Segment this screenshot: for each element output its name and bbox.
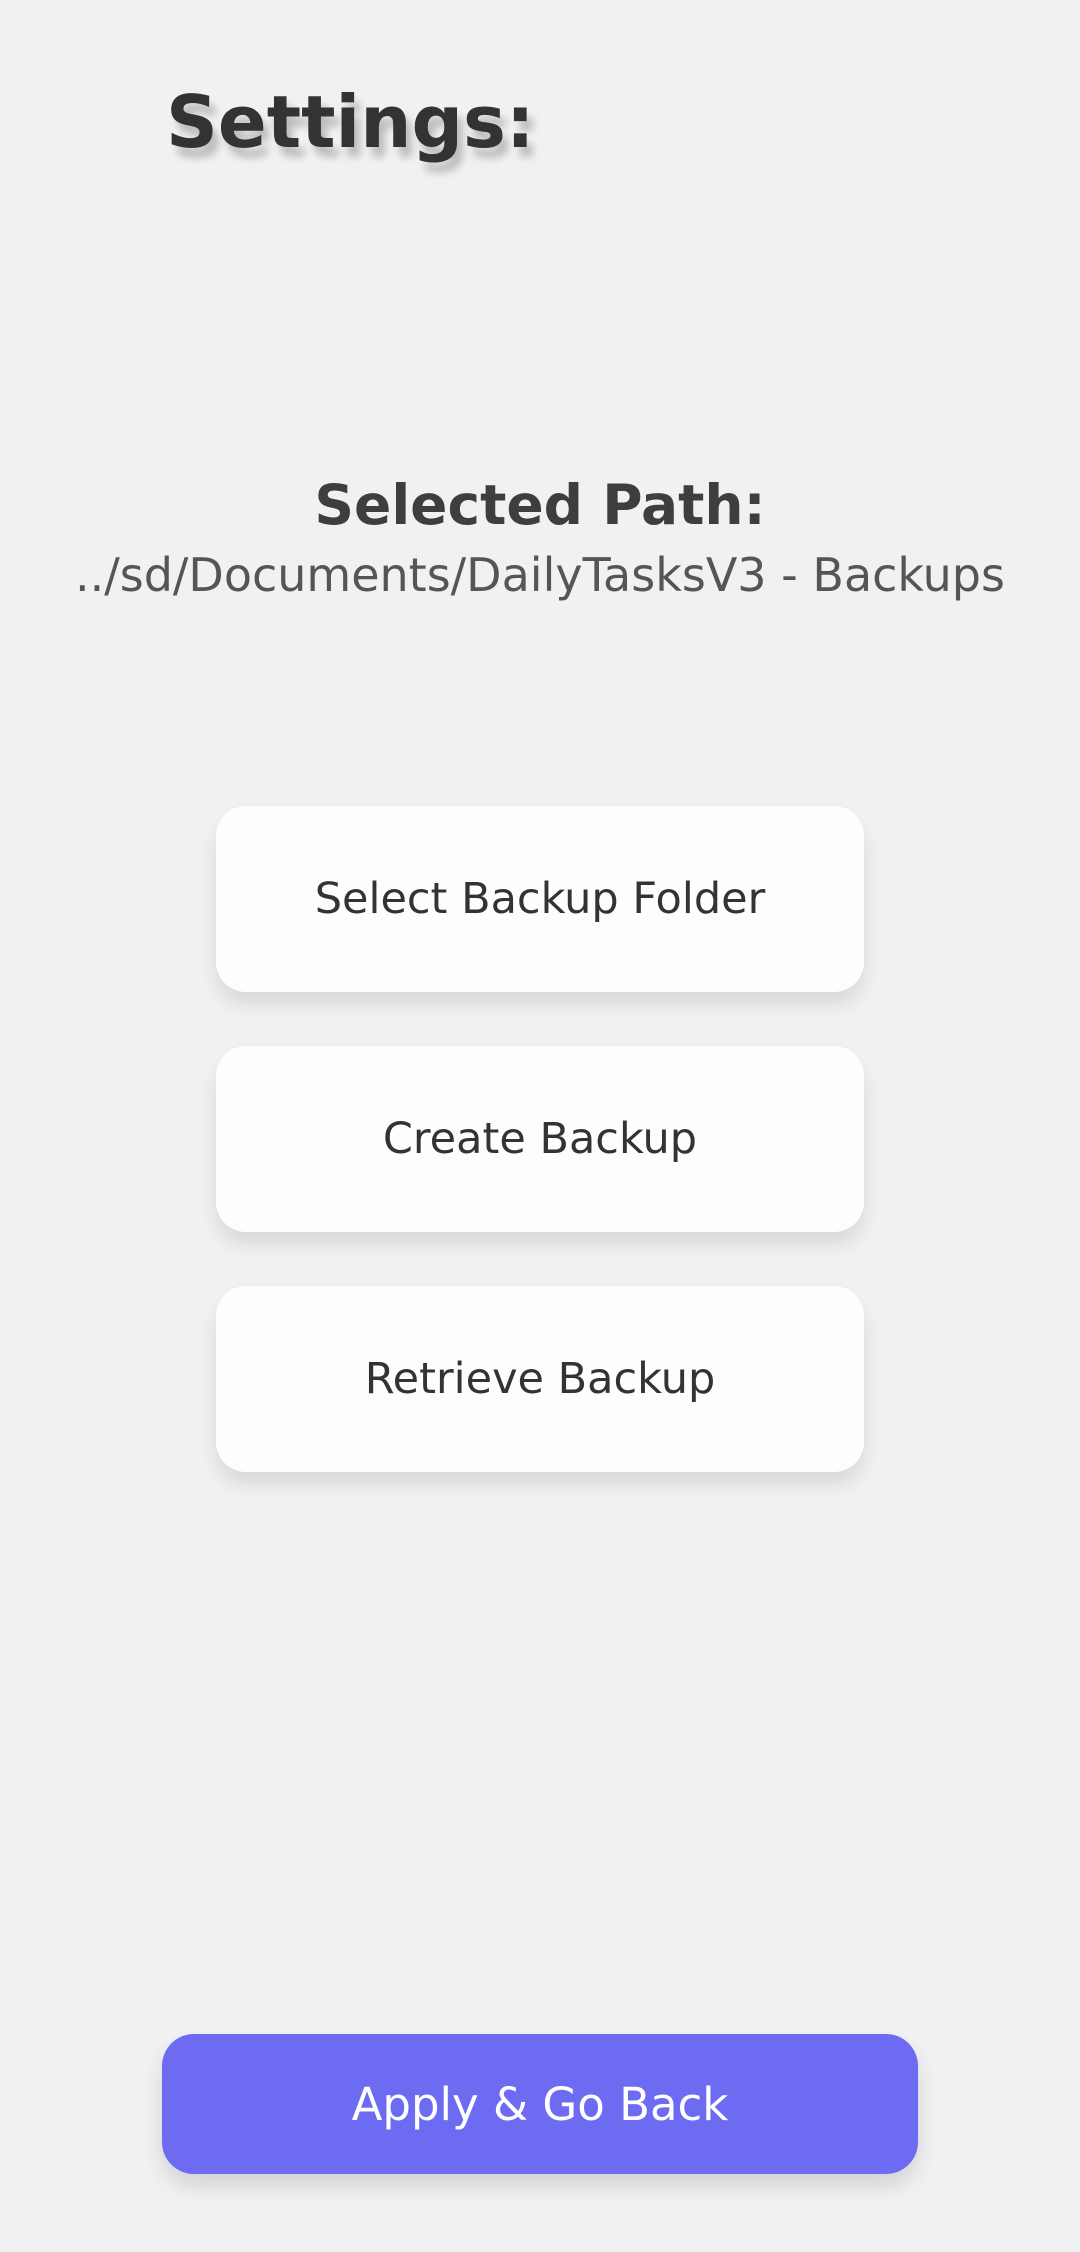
select-backup-folder-label: Select Backup Folder [314,874,766,924]
retrieve-backup-label: Retrieve Backup [364,1354,716,1404]
selected-path-heading: Selected Path: [314,473,766,537]
create-backup-button[interactable]: Create Backup [216,1046,864,1232]
apply-and-go-back-label: Apply & Go Back [351,2077,729,2131]
select-backup-folder-button[interactable]: Select Backup Folder [216,806,864,992]
selected-path-value: ../sd/Documents/DailyTasksV3 - Backups [75,548,1005,602]
retrieve-backup-button[interactable]: Retrieve Backup [216,1286,864,1472]
page-title: Settings: [166,80,535,164]
create-backup-label: Create Backup [382,1114,698,1164]
apply-and-go-back-button[interactable]: Apply & Go Back [162,2034,918,2174]
selected-path-section: Selected Path: ../sd/Documents/DailyTask… [0,470,1080,604]
